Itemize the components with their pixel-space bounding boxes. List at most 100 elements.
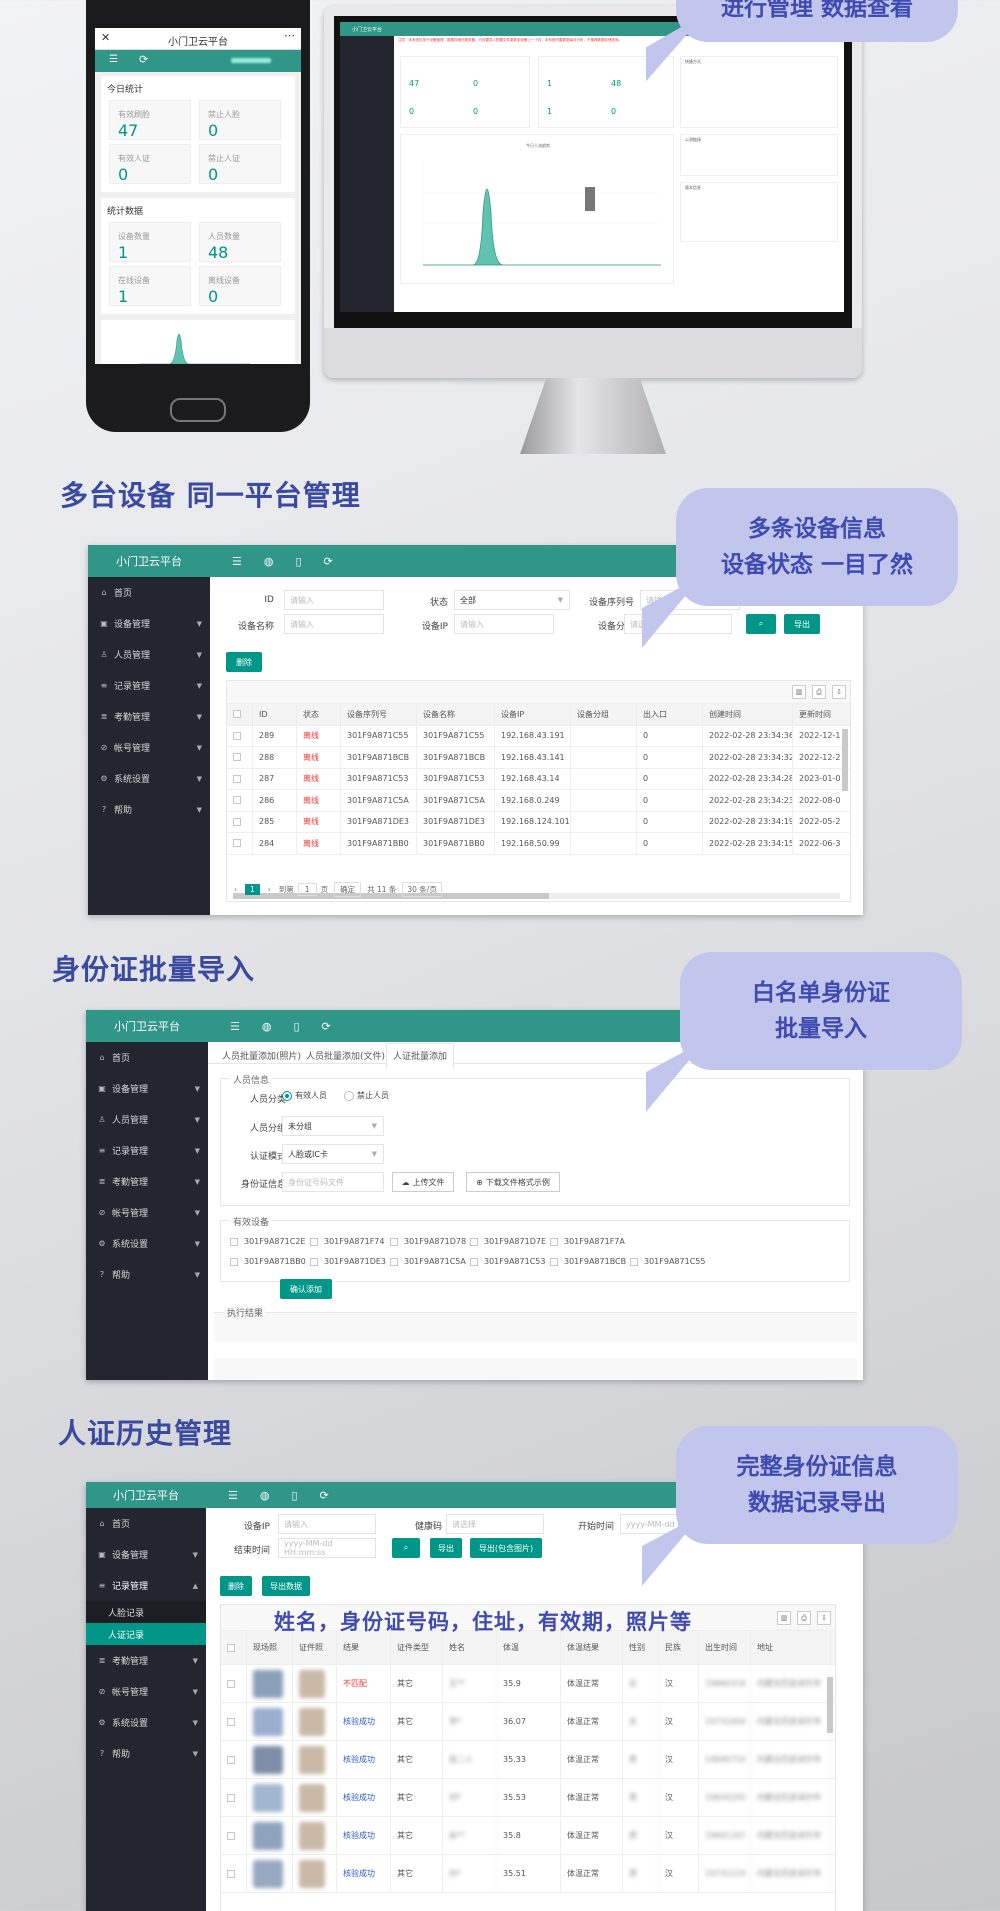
menu-icon[interactable]: ☰ xyxy=(228,1489,238,1502)
table-row[interactable]: 285 离线 301F9A871DE3 301F9A871DE3 192.168.124… xyxy=(227,811,850,833)
print-icon[interactable]: ⎙ xyxy=(812,685,826,699)
id-photo[interactable] xyxy=(299,1669,325,1698)
sidebar-item-attendance[interactable]: ≣ 考勤管理 ▼ xyxy=(86,1645,206,1676)
sidebar-item-devices[interactable]: ▣ 设备管理 ▼ xyxy=(88,608,210,639)
download-sample-button[interactable]: ⊕ 下载文件格式示例 xyxy=(466,1172,560,1192)
delete-button[interactable]: 删除 xyxy=(226,652,262,672)
select-all-checkbox[interactable] xyxy=(233,710,241,719)
sidebar-item-settings[interactable]: ⚙ 系统设置 ▼ xyxy=(86,1228,208,1259)
id-photo[interactable] xyxy=(299,1783,325,1812)
search-button[interactable]: ⌕ xyxy=(392,1538,420,1558)
prev-page-icon[interactable]: ‹ xyxy=(234,885,237,894)
table-row[interactable]: 288 离线 301F9A871BCB 301F9A871BCB 192.168.43.… xyxy=(227,747,850,769)
menu-icon[interactable]: ☰ xyxy=(109,54,118,65)
row-checkbox[interactable] xyxy=(227,1793,235,1802)
export-icon[interactable]: ⇩ xyxy=(832,685,846,699)
delete-button[interactable]: 删除 xyxy=(220,1576,252,1596)
device-checkbox[interactable]: 301F9A871C55 xyxy=(630,1257,705,1266)
row-checkbox[interactable] xyxy=(227,1717,235,1726)
globe-icon[interactable]: ◍ xyxy=(262,1020,272,1033)
next-page-icon[interactable]: › xyxy=(268,885,271,894)
row-checkbox[interactable] xyxy=(233,796,241,805)
scene-photo[interactable] xyxy=(253,1745,283,1774)
refresh-icon[interactable]: ⟳ xyxy=(324,555,333,568)
refresh-icon[interactable]: ⟳ xyxy=(322,1020,331,1033)
group-select[interactable]: 未分组 ▼ xyxy=(282,1116,384,1136)
sidebar-item-devices[interactable]: ▣ 设备管理 ▼ xyxy=(86,1539,206,1570)
table-row[interactable]: 核验成功 其它 孙* 35.51 体温正常男汉 19731219 内蒙古巴彦淖尔市 xyxy=(221,1855,835,1893)
row-checkbox[interactable] xyxy=(227,1869,235,1878)
table-row[interactable]: 289 离线 301F9A871C55 301F9A871C55 192.168.43.… xyxy=(227,725,850,747)
device-checkbox[interactable]: 301F9A871BB0 xyxy=(230,1257,306,1266)
row-checkbox[interactable] xyxy=(233,839,241,848)
sidebar-item-help[interactable]: ? 帮助 ▼ xyxy=(88,794,210,825)
row-checkbox[interactable] xyxy=(227,1679,235,1688)
menu-icon[interactable]: ☰ xyxy=(232,555,242,568)
idinfo-input[interactable]: 身份证号码文件 xyxy=(282,1172,384,1192)
table-row[interactable]: 核验成功 其它 张二人 35.33 体温正常男汉 19640710 内蒙古巴彦淖尔市 xyxy=(221,1741,835,1779)
filter-ip-input[interactable]: 请输入 xyxy=(454,614,554,634)
sidebar-item-attendance[interactable]: ≣ 考勤管理 ▼ xyxy=(88,701,210,732)
auth-select[interactable]: 人脸或IC卡 ▼ xyxy=(282,1144,384,1164)
mobile-icon[interactable]: ▯ xyxy=(293,1020,299,1033)
sidebar-item-home[interactable]: ⌂ 首页 xyxy=(86,1508,206,1539)
sidebar-sub-face-records[interactable]: 人脸记录 xyxy=(86,1601,206,1623)
sidebar-item-records[interactable]: ≡ 记录管理 ▼ xyxy=(86,1135,208,1166)
sidebar-item-home[interactable]: ⌂ 首页 xyxy=(88,577,210,608)
table-row[interactable]: 287 离线 301F9A871C53 301F9A871C53 192.168.43.… xyxy=(227,768,850,790)
export-button[interactable]: 导出 xyxy=(430,1538,462,1558)
columns-icon[interactable]: ▥ xyxy=(777,1611,791,1625)
sidebar-item-help[interactable]: ? 帮助 ▼ xyxy=(86,1738,206,1769)
id-photo[interactable] xyxy=(299,1707,325,1736)
device-checkbox[interactable]: 301F9A871F74 xyxy=(310,1237,384,1246)
more-icon[interactable]: ⋯ xyxy=(284,29,295,42)
search-button[interactable]: ⌕ xyxy=(746,614,776,634)
sidebar-item-records[interactable]: ≡ 记录管理 ▲ xyxy=(86,1570,206,1601)
row-checkbox[interactable] xyxy=(233,753,241,762)
filter-name-input[interactable]: 请输入 xyxy=(284,614,384,634)
sidebar-item-records[interactable]: ≡ 记录管理 ▼ xyxy=(88,670,210,701)
sidebar-item-accounts[interactable]: ⊘ 帐号管理 ▼ xyxy=(86,1676,206,1707)
upload-file-button[interactable]: ☁ 上传文件 xyxy=(392,1172,454,1192)
export-icon[interactable]: ⇩ xyxy=(817,1611,831,1625)
tab-batch-file[interactable]: 人员批量添加(文件) xyxy=(306,1049,385,1062)
scene-photo[interactable] xyxy=(253,1859,283,1888)
id-photo[interactable] xyxy=(299,1821,325,1850)
mobile-icon[interactable]: ▯ xyxy=(291,1489,297,1502)
device-checkbox[interactable]: 301F9A871BCB xyxy=(550,1257,626,1266)
category-valid-radio[interactable]: 有效人员 xyxy=(282,1090,327,1101)
select-all-checkbox[interactable] xyxy=(227,1643,235,1652)
filter-ip-input[interactable]: 请输入 xyxy=(278,1514,376,1534)
sidebar-item-accounts[interactable]: ⊘ 帐号管理 ▼ xyxy=(86,1197,208,1228)
sidebar-item-help[interactable]: ? 帮助 ▼ xyxy=(86,1259,208,1290)
sidebar-item-people[interactable]: ♙ 人员管理 ▼ xyxy=(86,1104,208,1135)
per-page-select[interactable]: 30 条/页 xyxy=(402,881,442,897)
device-checkbox[interactable]: 301F9A871C2E xyxy=(230,1237,305,1246)
mobile-icon[interactable]: ▯ xyxy=(295,555,301,568)
row-checkbox[interactable] xyxy=(227,1831,235,1840)
row-checkbox[interactable] xyxy=(233,774,241,783)
device-checkbox[interactable]: 301F9A871D78 xyxy=(390,1237,466,1246)
goto-page-input[interactable]: 1 xyxy=(297,882,317,896)
menu-icon[interactable]: ☰ xyxy=(230,1020,240,1033)
filter-id-input[interactable]: 请输入 xyxy=(284,590,384,610)
vertical-scrollbar[interactable] xyxy=(842,729,848,791)
filter-status-select[interactable]: 全部 ▼ xyxy=(454,590,570,610)
device-checkbox[interactable]: 301F9A871F7A xyxy=(550,1237,625,1246)
id-photo[interactable] xyxy=(299,1859,325,1888)
page-current[interactable]: 1 xyxy=(245,883,260,895)
vertical-scrollbar[interactable] xyxy=(827,1677,833,1733)
category-forbidden-radio[interactable]: 禁止人员 xyxy=(344,1090,389,1101)
confirm-add-button[interactable]: 确认添加 xyxy=(280,1279,332,1299)
sidebar-item-accounts[interactable]: ⊘ 帐号管理 ▼ xyxy=(88,732,210,763)
row-checkbox[interactable] xyxy=(227,1755,235,1764)
globe-icon[interactable]: ◍ xyxy=(264,555,274,568)
refresh-icon[interactable]: ⟳ xyxy=(320,1489,329,1502)
scene-photo[interactable] xyxy=(253,1669,283,1698)
device-checkbox[interactable]: 301F9A871C5A xyxy=(390,1257,466,1266)
table-row[interactable]: 286 离线 301F9A871C5A 301F9A871C5A 192.168.0.2… xyxy=(227,790,850,812)
table-row[interactable]: 核验成功 其它 刘* 35.53 体温正常男汉 19830295 内蒙古巴彦淖尔市 xyxy=(221,1779,835,1817)
id-photo[interactable] xyxy=(299,1745,325,1774)
table-row[interactable]: 核验成功 其它 赵** 35.8 体温正常男汉 19691207 内蒙古巴彦淖尔市 xyxy=(221,1817,835,1855)
export-button[interactable]: 导出 xyxy=(784,614,820,634)
